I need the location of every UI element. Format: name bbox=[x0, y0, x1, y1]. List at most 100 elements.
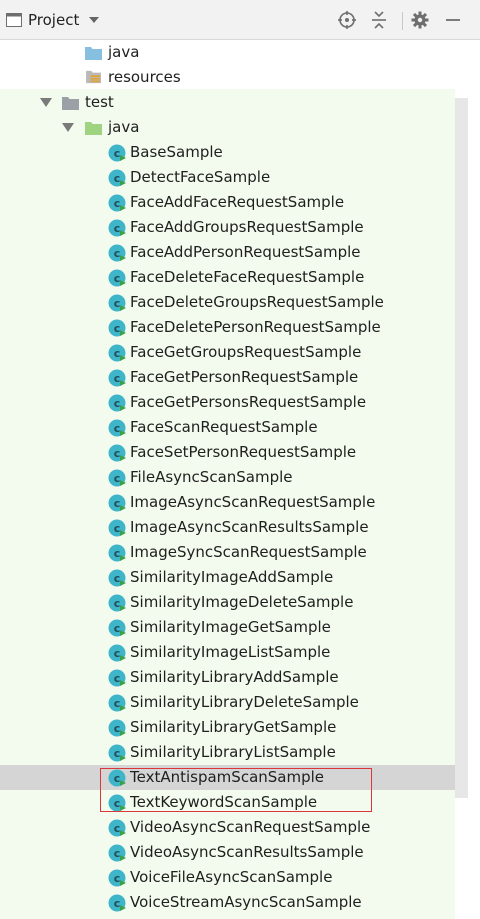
tree-node-class[interactable]: c FaceAddGroupsRequestSample bbox=[0, 215, 455, 240]
java-class-icon: c bbox=[108, 519, 126, 537]
svg-text:c: c bbox=[114, 672, 121, 685]
expand-arrow-icon[interactable] bbox=[40, 98, 52, 107]
tree-node-label: FaceGetPersonRequestSample bbox=[130, 368, 359, 386]
java-class-icon: c bbox=[108, 869, 126, 887]
java-class-icon: c bbox=[108, 494, 126, 512]
svg-text:c: c bbox=[114, 822, 121, 835]
expand-arrow-icon[interactable] bbox=[62, 123, 74, 132]
java-class-icon: c bbox=[108, 269, 126, 287]
tree-node-label: SimilarityLibraryListSample bbox=[130, 743, 336, 761]
java-class-icon: c bbox=[108, 644, 126, 662]
tree-node-class[interactable]: c SimilarityImageGetSample bbox=[0, 615, 455, 640]
tree-node-class[interactable]: c FaceGetGroupsRequestSample bbox=[0, 340, 455, 365]
java-class-icon: c bbox=[108, 344, 126, 362]
java-class-icon: c bbox=[108, 319, 126, 337]
tree-node-label: BaseSample bbox=[130, 143, 223, 161]
tree-node-test[interactable]: test bbox=[0, 90, 455, 115]
tree-node-label: VideoAsyncScanRequestSample bbox=[130, 818, 371, 836]
svg-text:c: c bbox=[114, 522, 121, 535]
tree-node-main-java[interactable]: java bbox=[0, 40, 455, 65]
tree-node-label: FaceDeletePersonRequestSample bbox=[130, 318, 381, 336]
tree-node-class[interactable]: c SimilarityLibraryGetSample bbox=[0, 715, 455, 740]
project-view-selector[interactable]: Project bbox=[0, 0, 100, 40]
tree-node-class[interactable]: c FaceAddPersonRequestSample bbox=[0, 240, 455, 265]
tree-node-class[interactable]: c ImageAsyncScanResultsSample bbox=[0, 515, 455, 540]
tree-node-class[interactable]: c FaceAddFaceRequestSample bbox=[0, 190, 455, 215]
tree-node-class[interactable]: c ImageSyncScanRequestSample bbox=[0, 540, 455, 565]
hide-minus-icon[interactable] bbox=[443, 10, 463, 30]
svg-text:c: c bbox=[114, 247, 121, 260]
tree-node-class[interactable]: c FileAsyncScanSample bbox=[0, 465, 455, 490]
java-class-icon: c bbox=[108, 244, 126, 262]
java-class-icon: c bbox=[108, 469, 126, 487]
tree-node-resources[interactable]: resources bbox=[0, 65, 455, 90]
tree-node-class[interactable]: c FaceScanRequestSample bbox=[0, 415, 455, 440]
svg-text:c: c bbox=[114, 497, 121, 510]
java-class-icon: c bbox=[108, 669, 126, 687]
tree-node-class[interactable]: c VideoAsyncScanRequestSample bbox=[0, 815, 455, 840]
svg-text:c: c bbox=[114, 147, 121, 160]
svg-text:c: c bbox=[114, 472, 121, 485]
tree-node-label: SimilarityImageDeleteSample bbox=[130, 593, 354, 611]
java-class-icon: c bbox=[108, 819, 126, 837]
tree-node-label: SimilarityLibraryGetSample bbox=[130, 718, 337, 736]
svg-text:c: c bbox=[114, 372, 121, 385]
tree-node-class[interactable]: c VideoAsyncScanResultsSample bbox=[0, 840, 455, 865]
tree-node-class[interactable]: c SimilarityImageDeleteSample bbox=[0, 590, 455, 615]
java-class-icon: c bbox=[108, 594, 126, 612]
tree-node-label: FaceScanRequestSample bbox=[130, 418, 318, 436]
java-class-icon: c bbox=[108, 219, 126, 237]
java-class-icon: c bbox=[108, 294, 126, 312]
tree-node-label: FaceAddGroupsRequestSample bbox=[130, 218, 364, 236]
tree-node-label: FaceSetPersonRequestSample bbox=[130, 443, 357, 461]
collapse-all-icon[interactable] bbox=[369, 10, 389, 30]
locate-icon[interactable] bbox=[337, 10, 357, 30]
tree-node-class[interactable]: c FaceGetPersonsRequestSample bbox=[0, 390, 455, 415]
java-class-icon: c bbox=[108, 844, 126, 862]
java-class-icon: c bbox=[108, 194, 126, 212]
settings-gear-icon[interactable] bbox=[410, 10, 430, 30]
tree-node-label: java bbox=[108, 43, 140, 61]
java-class-icon: c bbox=[108, 894, 126, 912]
project-view-title: Project bbox=[28, 11, 80, 29]
project-tool-window: Project java resources test java c BaseS… bbox=[0, 0, 480, 919]
tree-node-class[interactable]: c DetectFaceSample bbox=[0, 165, 455, 190]
svg-text:c: c bbox=[114, 597, 121, 610]
java-class-icon: c bbox=[108, 419, 126, 437]
folder-gray-icon bbox=[62, 97, 79, 110]
tree-node-class[interactable]: c FaceDeleteFaceRequestSample bbox=[0, 265, 455, 290]
tree-node-class[interactable]: c SimilarityLibraryListSample bbox=[0, 740, 455, 765]
svg-text:c: c bbox=[114, 747, 121, 760]
tree-node-class[interactable]: c SimilarityImageAddSample bbox=[0, 565, 455, 590]
svg-text:c: c bbox=[114, 722, 121, 735]
tree-node-class[interactable]: c VoiceStreamAsyncScanSample bbox=[0, 890, 455, 915]
svg-text:c: c bbox=[114, 422, 121, 435]
project-header: Project bbox=[0, 0, 480, 40]
tree-node-label: ImageSyncScanRequestSample bbox=[130, 543, 367, 561]
svg-text:c: c bbox=[114, 172, 121, 185]
dropdown-caret-icon[interactable] bbox=[89, 17, 100, 23]
vertical-scrollbar[interactable] bbox=[455, 98, 468, 798]
tree-node-class[interactable]: c SimilarityImageListSample bbox=[0, 640, 455, 665]
svg-text:c: c bbox=[114, 647, 121, 660]
tree-node-class[interactable]: c FaceDeletePersonRequestSample bbox=[0, 315, 455, 340]
tree-node-class[interactable]: c SimilarityLibraryDeleteSample bbox=[0, 690, 455, 715]
tree-node-label: FaceDeleteGroupsRequestSample bbox=[130, 293, 384, 311]
tree-node-class[interactable]: c FaceGetPersonRequestSample bbox=[0, 365, 455, 390]
svg-text:c: c bbox=[114, 272, 121, 285]
tree-node-label: VideoAsyncScanResultsSample bbox=[130, 843, 364, 861]
tree-node-class[interactable]: c FaceDeleteGroupsRequestSample bbox=[0, 290, 455, 315]
tree-node-label: java bbox=[108, 118, 140, 136]
tree-node-class[interactable]: c VoiceFileAsyncScanSample bbox=[0, 865, 455, 890]
resources-folder-icon bbox=[86, 70, 101, 84]
tree-node-class[interactable]: c ImageAsyncScanRequestSample bbox=[0, 490, 455, 515]
tree-node-class[interactable]: c SimilarityLibraryAddSample bbox=[0, 665, 455, 690]
tree-node-class[interactable]: c FaceSetPersonRequestSample bbox=[0, 440, 455, 465]
svg-text:c: c bbox=[114, 872, 121, 885]
tree-node-label: FaceAddPersonRequestSample bbox=[130, 243, 361, 261]
tree-node-test-java[interactable]: java bbox=[0, 115, 455, 140]
svg-text:c: c bbox=[114, 322, 121, 335]
svg-text:c: c bbox=[114, 547, 121, 560]
project-view-icon bbox=[6, 13, 22, 27]
tree-node-class[interactable]: c BaseSample bbox=[0, 140, 455, 165]
